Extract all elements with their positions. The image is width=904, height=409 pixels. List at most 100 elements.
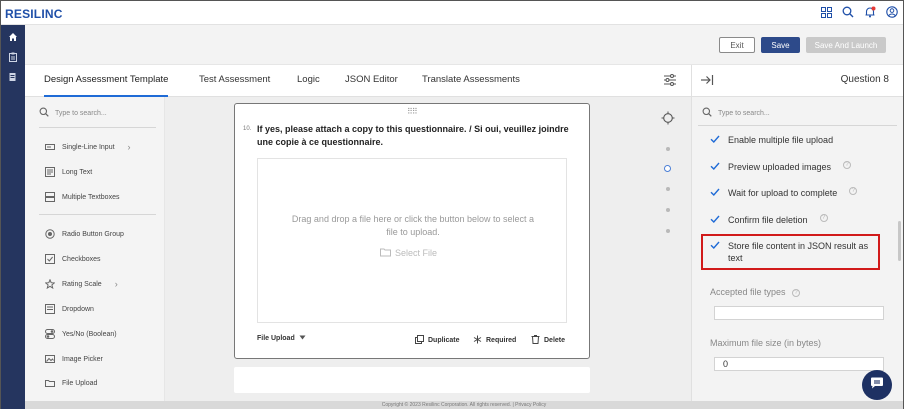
properties-search[interactable]: Type to search... (702, 107, 770, 119)
search-icon (702, 107, 712, 119)
toolbox-search[interactable]: Type to search... (39, 105, 159, 121)
bell-icon[interactable] (863, 5, 877, 19)
question-number: 10. (243, 126, 252, 132)
maximum-file-size-input[interactable]: 0 (714, 357, 884, 371)
star-icon (45, 279, 55, 289)
check-enable-multiple-file-upload[interactable]: Enable multiple file upload (710, 134, 833, 146)
divider (39, 127, 156, 128)
multi-text-icon (45, 192, 55, 202)
help-icon[interactable]: ? (819, 214, 828, 222)
nav-dot[interactable] (666, 187, 670, 191)
chat-button[interactable] (862, 370, 892, 400)
question-title[interactable]: If yes, please attach a copy to this que… (257, 123, 577, 149)
question-card[interactable]: ⠿⠿ 10. If yes, please attach a copy to t… (234, 103, 590, 359)
required-button[interactable]: Required (473, 335, 516, 346)
toolbox-item-single-line-input[interactable]: Single-Line Input › (45, 140, 131, 154)
drop-instructions: Drag and drop a file here or click the b… (291, 214, 535, 237)
top-bar: RESILINC (1, 1, 903, 25)
properties-panel: Type to search... Enable multiple file u… (691, 97, 903, 401)
checkmark-icon (710, 240, 720, 252)
toggle-icon (45, 329, 55, 339)
image-icon (45, 354, 55, 364)
toolbox-item-rating-scale[interactable]: Rating Scale › (45, 277, 118, 291)
nav-dot[interactable] (666, 208, 670, 212)
single-line-icon (45, 142, 55, 152)
clipboard-icon[interactable] (1, 49, 25, 65)
properties-title: Question 8 (840, 74, 889, 85)
chevron-right-icon: › (127, 142, 131, 152)
toolbox-item-multiple-textboxes[interactable]: Multiple Textboxes (45, 190, 119, 204)
nav-dot[interactable] (666, 147, 670, 151)
checkmark-icon (710, 161, 720, 173)
footer: Copyright © 2023 Resilinc Corporation. A… (25, 401, 903, 409)
properties-scrollbar[interactable] (898, 221, 901, 261)
checkmark-icon (710, 134, 720, 146)
duplicate-icon (415, 335, 424, 346)
accepted-file-types-input[interactable] (714, 306, 884, 320)
toolbox-panel: Type to search... Single-Line Input › Lo… (25, 97, 165, 401)
help-icon[interactable]: ? (843, 161, 852, 169)
delete-button[interactable]: Delete (531, 335, 565, 346)
sliders-icon[interactable] (663, 73, 677, 87)
folder-icon (45, 378, 55, 388)
divider (39, 214, 156, 215)
tab-json-editor[interactable]: JSON Editor (345, 65, 398, 97)
document-icon[interactable] (1, 69, 25, 85)
caret-down-icon (299, 335, 306, 342)
checkmark-icon (710, 187, 720, 199)
left-nav (1, 25, 25, 409)
chat-icon (870, 376, 884, 394)
crosshair-icon[interactable] (661, 111, 675, 130)
exit-button[interactable]: Exit (719, 37, 755, 53)
toolbox-search-placeholder: Type to search... (55, 109, 107, 117)
toolbox-item-checkboxes[interactable]: Checkboxes (45, 252, 101, 266)
search-icon (39, 107, 49, 119)
save-and-launch-button[interactable]: Save And Launch (806, 37, 886, 53)
check-wait-for-upload-to-complete[interactable]: Wait for upload to complete ? (710, 187, 858, 199)
question-type-dropdown[interactable]: File Upload (257, 335, 306, 342)
chevron-right-icon: › (114, 279, 118, 289)
top-icons (819, 5, 899, 19)
dropdown-icon (45, 304, 55, 314)
long-text-icon (45, 167, 55, 177)
help-icon[interactable]: ? (792, 288, 801, 297)
search-icon[interactable] (841, 5, 855, 19)
properties-search-placeholder: Type to search... (718, 109, 770, 117)
drag-handle-icon[interactable]: ⠿⠿ (407, 107, 418, 116)
toolbox-item-image-picker[interactable]: Image Picker (45, 352, 103, 366)
tab-translate-assessments[interactable]: Translate Assessments (422, 65, 520, 97)
design-canvas: ⠿⠿ 10. If yes, please attach a copy to t… (165, 97, 657, 401)
checkmark-icon (710, 214, 720, 226)
toolbox-item-long-text[interactable]: Long Text (45, 165, 92, 179)
logo[interactable]: RESILINC (5, 7, 63, 21)
check-store-file-content-in-json[interactable]: Store file content in JSON result as tex… (710, 240, 870, 264)
tab-test-assessment[interactable]: Test Assessment (199, 65, 270, 97)
radio-icon (45, 229, 55, 239)
trash-icon (531, 335, 540, 346)
asterisk-icon (473, 335, 482, 346)
toolbox-item-file-upload[interactable]: File Upload (45, 376, 97, 390)
select-file-button[interactable]: Select File (380, 247, 437, 259)
home-icon[interactable] (1, 29, 25, 45)
divider (698, 125, 897, 126)
toolbox-item-radio-button-group[interactable]: Radio Button Group (45, 227, 124, 241)
check-preview-uploaded-images[interactable]: Preview uploaded images ? (710, 161, 852, 173)
collapse-panel-icon[interactable] (700, 73, 714, 91)
nav-dot-active[interactable] (664, 165, 671, 172)
check-confirm-file-deletion[interactable]: Confirm file deletion ? (710, 214, 828, 226)
question-footer: File Upload Duplicate Required Delete (257, 335, 569, 347)
duplicate-button[interactable]: Duplicate (415, 335, 460, 346)
tab-design-assessment-template[interactable]: Design Assessment Template (44, 65, 169, 97)
file-drop-zone[interactable]: Drag and drop a file here or click the b… (257, 158, 567, 323)
nav-dot[interactable] (666, 229, 670, 233)
tab-logic[interactable]: Logic (297, 65, 320, 97)
next-question-card[interactable] (234, 367, 590, 393)
maximum-file-size-label: Maximum file size (in bytes) (710, 338, 822, 348)
grid-icon[interactable] (819, 5, 833, 19)
save-button[interactable]: Save (761, 37, 800, 53)
toolbox-item-yes-no-boolean[interactable]: Yes/No (Boolean) (45, 327, 117, 341)
accepted-file-types-label: Accepted file types ? (710, 287, 801, 297)
toolbox-item-dropdown[interactable]: Dropdown (45, 302, 94, 316)
help-icon[interactable]: ? (849, 187, 858, 195)
user-icon[interactable] (885, 5, 899, 19)
